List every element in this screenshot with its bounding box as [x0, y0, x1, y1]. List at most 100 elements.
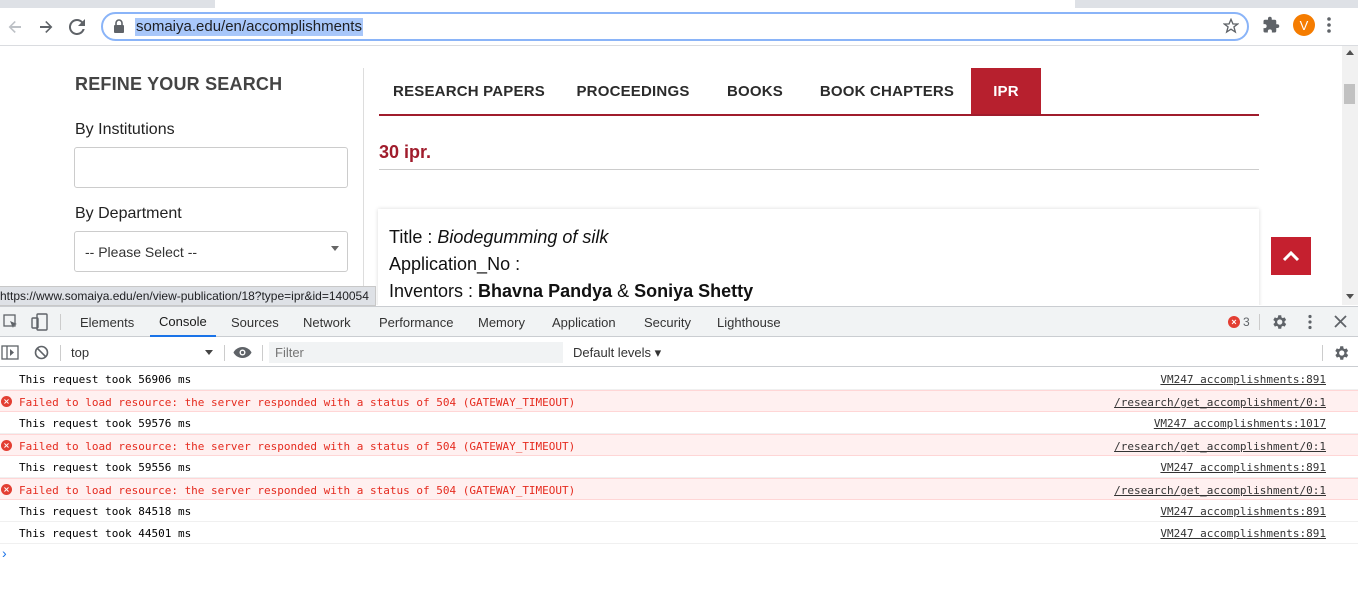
tab-strip [0, 0, 1358, 8]
console-source-link[interactable]: VM247 accomplishments:891 [1160, 461, 1326, 474]
department-selected-value: -- Please Select -- [85, 244, 198, 260]
clear-console-icon[interactable] [34, 345, 49, 360]
error-icon: × [1, 396, 12, 407]
inspect-element-icon[interactable] [3, 314, 19, 330]
console-messages: This request took 56906 ms VM247 accompl… [0, 368, 1358, 561]
context-value: top [71, 345, 90, 360]
inventor-separator: & [612, 281, 635, 301]
console-source-link[interactable]: VM247 accomplishments:891 [1160, 527, 1326, 540]
by-institutions-label: By Institutions [75, 121, 175, 138]
count-divider [379, 169, 1259, 170]
sidebar-divider [363, 68, 364, 305]
inventor-name: Bhavna Pandya [478, 281, 613, 301]
url-text[interactable]: somaiya.edu/en/accomplishments [135, 18, 363, 36]
error-icon: × [1, 440, 12, 451]
refine-search-title: REFINE YOUR SEARCH [75, 74, 283, 94]
extensions-puzzle-icon[interactable] [1262, 16, 1280, 34]
tab-security[interactable]: Security [644, 307, 691, 337]
live-expression-eye-icon[interactable] [233, 346, 252, 359]
bookmark-star-icon[interactable] [1223, 18, 1239, 34]
tab-elements[interactable]: Elements [80, 307, 134, 337]
error-count-value: 3 [1243, 315, 1250, 329]
tab-lighthouse[interactable]: Lighthouse [717, 307, 781, 337]
title-value[interactable]: Biodegumming of silk [437, 227, 608, 247]
console-log-row: This request took 59576 ms VM247 accompl… [0, 412, 1358, 434]
tab-research-papers[interactable]: RESEARCH PAPERS [379, 68, 559, 114]
inventor-name: Soniya Shetty [634, 281, 754, 301]
tab-console[interactable]: Console [150, 307, 216, 337]
console-source-link[interactable]: /research/get_accomplishment/0:1 [1114, 484, 1326, 497]
context-select[interactable]: top [63, 342, 217, 363]
result-count: 30 ipr. [379, 142, 432, 162]
console-source-link[interactable]: /research/get_accomplishment/0:1 [1114, 396, 1326, 409]
console-source-link[interactable]: /research/get_accomplishment/0:1 [1114, 440, 1326, 453]
toolbar-divider [60, 314, 61, 330]
back-button[interactable] [2, 14, 28, 40]
page-scrollbar[interactable] [1342, 46, 1358, 305]
address-bar[interactable]: somaiya.edu/en/accomplishments [101, 12, 1249, 41]
card-title-line: Title : Biodegumming of silk [389, 227, 608, 248]
chevron-up-icon [1282, 250, 1300, 262]
toolbar-divider [262, 345, 263, 361]
sidebar-toggle-icon[interactable] [1, 345, 19, 360]
tab-sources[interactable]: Sources [231, 307, 279, 337]
console-source-link[interactable]: VM247 accomplishments:891 [1160, 373, 1326, 386]
scroll-to-top-button[interactable] [1271, 237, 1311, 275]
tab-proceedings[interactable]: PROCEEDINGS [569, 68, 697, 114]
scroll-down-arrow-icon[interactable] [1346, 294, 1354, 299]
title-label: Title : [389, 227, 438, 247]
reload-button[interactable] [64, 14, 90, 40]
console-log-row: This request took 56906 ms VM247 accompl… [0, 368, 1358, 390]
error-icon: × [1228, 316, 1240, 328]
tab-network[interactable]: Network [303, 307, 351, 337]
chevron-down-icon [205, 350, 213, 355]
lock-icon [114, 19, 124, 33]
application-no-label: Application_No : [389, 254, 521, 274]
device-toolbar-icon[interactable] [31, 313, 49, 331]
settings-gear-icon[interactable] [1270, 313, 1288, 331]
console-message-text: This request took 44501 ms [19, 527, 192, 540]
console-log-row: This request took 59556 ms VM247 accompl… [0, 456, 1358, 478]
error-icon: × [1, 484, 12, 495]
toolbar-divider [60, 345, 61, 361]
active-browser-tab[interactable] [215, 0, 1075, 8]
tab-memory[interactable]: Memory [478, 307, 525, 337]
console-error-row: × Failed to load resource: the server re… [0, 390, 1358, 412]
tab-performance[interactable]: Performance [379, 307, 453, 337]
console-source-link[interactable]: VM247 accomplishments:891 [1160, 505, 1326, 518]
devtools-panel: Elements Console Sources Network Perform… [0, 306, 1358, 597]
console-log-row: This request took 84518 ms VM247 accompl… [0, 500, 1358, 522]
tab-ipr[interactable]: IPR [971, 68, 1041, 114]
inventors-label: Inventors : [389, 281, 479, 301]
department-select[interactable]: -- Please Select -- [74, 231, 348, 272]
console-prompt-chevron-icon[interactable]: › [2, 545, 7, 561]
log-levels-dropdown[interactable]: Default levels ▾ [573, 345, 661, 361]
console-message-text: Failed to load resource: the server resp… [19, 484, 576, 497]
forward-button[interactable] [33, 14, 59, 40]
more-options-icon[interactable] [1307, 314, 1313, 330]
tab-book-chapters[interactable]: BOOK CHAPTERS [813, 68, 961, 114]
tab-books[interactable]: BOOKS [717, 68, 793, 114]
scroll-up-arrow-icon[interactable] [1346, 50, 1354, 55]
toolbar-divider [224, 345, 225, 361]
forward-arrow-icon [40, 21, 53, 33]
console-error-row: × Failed to load resource: the server re… [0, 434, 1358, 456]
institutions-input[interactable] [74, 147, 348, 188]
browser-menu-icon[interactable] [1326, 16, 1332, 34]
page-viewport: REFINE YOUR SEARCH By Institutions By De… [0, 46, 1358, 305]
console-message-text: This request took 84518 ms [19, 505, 192, 518]
console-source-link[interactable]: VM247 accomplishments:1017 [1154, 417, 1326, 430]
console-settings-gear-icon[interactable] [1332, 344, 1350, 362]
back-arrow-icon [8, 21, 21, 33]
error-count-badge[interactable]: × 3 [1228, 315, 1250, 329]
console-filter-input[interactable] [269, 342, 563, 363]
console-message-text: This request took 59556 ms [19, 461, 192, 474]
toolbar-divider [1322, 345, 1323, 361]
browser-toolbar: somaiya.edu/en/accomplishments V [0, 8, 1358, 46]
devtools-tab-bar: Elements Console Sources Network Perform… [0, 307, 1358, 337]
profile-avatar[interactable]: V [1293, 14, 1315, 36]
scrollbar-thumb[interactable] [1344, 84, 1355, 104]
status-bar-url: https://www.somaiya.edu/en/view-publicat… [0, 286, 376, 306]
tab-application[interactable]: Application [552, 307, 616, 337]
close-icon[interactable] [1334, 315, 1347, 328]
